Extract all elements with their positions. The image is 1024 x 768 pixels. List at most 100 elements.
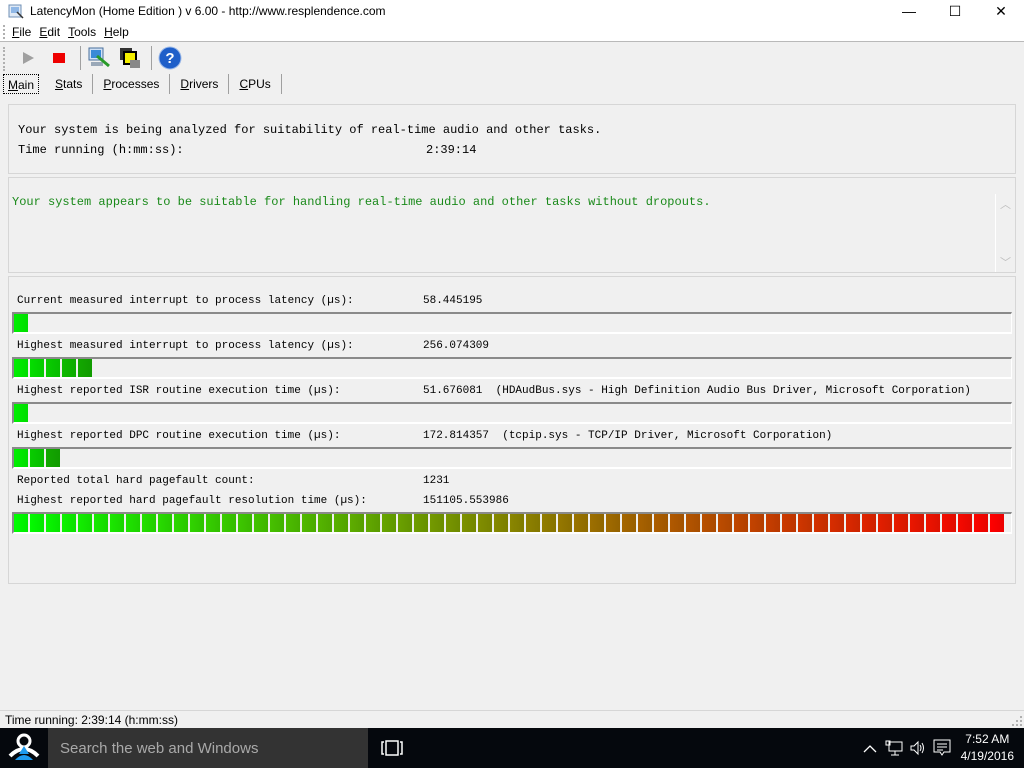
menu-edit[interactable]: Edit	[39, 25, 60, 39]
stats-panel: Current measured interrupt to process la…	[8, 276, 1016, 584]
bar-segment	[990, 514, 1004, 532]
bar-segment	[590, 514, 604, 532]
bar-segment	[78, 514, 92, 532]
bar-segment	[350, 514, 364, 532]
status-text: Time running: 2:39:14 (h:mm:ss)	[5, 712, 178, 727]
tab-drivers[interactable]: Drivers	[170, 74, 230, 94]
close-icon: ✕	[995, 2, 1007, 19]
bar-segment	[62, 359, 76, 377]
menu-file[interactable]: File	[12, 25, 31, 39]
stop-button[interactable]	[45, 45, 73, 71]
task-view-icon[interactable]	[380, 738, 404, 758]
taskbar-clock[interactable]: 7:52 AM 4/19/2016	[955, 731, 1024, 765]
maximize-button[interactable]: ☐	[932, 0, 978, 22]
menu-grip[interactable]	[3, 25, 5, 39]
isr-time-value: 51.676081 (HDAudBus.sys - High Definitio…	[423, 385, 971, 397]
bar-segment	[110, 514, 124, 532]
bar-segment	[142, 514, 156, 532]
bar-segment	[766, 514, 780, 532]
bar-segment	[14, 404, 28, 422]
start-button[interactable]	[0, 728, 48, 768]
verdict-panel: Your system appears to be suitable for h…	[8, 177, 1016, 273]
bar-segment	[302, 514, 316, 532]
show-hidden-icons-button[interactable]	[859, 737, 881, 759]
toolbar: ?	[0, 43, 1024, 73]
time-running-label: Time running (h:mm:ss):	[18, 143, 184, 157]
bar-segment	[702, 514, 716, 532]
bar-segment	[30, 359, 44, 377]
bar-segment	[30, 449, 44, 467]
close-button[interactable]: ✕	[978, 0, 1024, 22]
bar-segment	[446, 514, 460, 532]
help-button[interactable]: ?	[156, 45, 184, 71]
maximize-icon: ☐	[948, 2, 962, 19]
volume-button[interactable]	[907, 737, 929, 759]
current-latency-bar	[12, 312, 1012, 334]
bar-segment	[94, 514, 108, 532]
pagefault-time-bar	[12, 512, 1012, 534]
scroll-up-icon[interactable]: ︿	[1000, 196, 1011, 212]
app-icon	[8, 3, 24, 19]
bar-segment	[862, 514, 876, 532]
toolbar-grip[interactable]	[3, 47, 5, 71]
network-button[interactable]	[883, 737, 905, 759]
play-icon	[23, 52, 34, 64]
bar-segment	[14, 359, 28, 377]
title-bar: LatencyMon (Home Edition ) v 6.00 - http…	[0, 0, 1024, 22]
pagefault-count-value: 1231	[423, 475, 450, 487]
taskbar: Search the web and Windows 7:52 AM 4/19/…	[0, 728, 1024, 768]
analysis-info-panel: Your system is being analyzed for suitab…	[8, 104, 1016, 174]
bar-segment	[750, 514, 764, 532]
bar-segment	[190, 514, 204, 532]
pagefault-time-label: Highest reported hard pagefault resoluti…	[17, 495, 367, 507]
bar-segment	[46, 514, 60, 532]
toolbar-separator	[151, 46, 152, 70]
bar-segment	[366, 514, 380, 532]
bar-segment	[14, 314, 28, 332]
bar-segment	[382, 514, 396, 532]
dpc-time-value: 172.814357 (tcpip.sys - TCP/IP Driver, M…	[423, 430, 833, 442]
system-tray: 7:52 AM 4/19/2016	[859, 728, 1024, 768]
start-logo-icon	[8, 733, 40, 760]
chevron-up-icon	[863, 745, 877, 753]
bar-segment	[798, 514, 812, 532]
volume-icon	[910, 740, 924, 756]
bar-segment	[30, 514, 44, 532]
clock-time: 7:52 AM	[965, 732, 1010, 746]
current-latency-label: Current measured interrupt to process la…	[17, 295, 354, 307]
clock-date: 4/19/2016	[960, 749, 1014, 763]
windows-button[interactable]	[116, 45, 144, 71]
toolbar-separator	[80, 46, 81, 70]
scroll-down-icon[interactable]: ﹀	[1000, 254, 1011, 270]
tab-cpus[interactable]: CPUs	[229, 74, 282, 94]
start-button[interactable]	[14, 45, 42, 71]
bar-segment	[78, 359, 92, 377]
verdict-scrollbar[interactable]: ︿ ﹀	[995, 194, 1013, 272]
bar-segment	[670, 514, 684, 532]
bar-segment	[46, 359, 60, 377]
bar-segment	[974, 514, 988, 532]
dpc-time-bar	[12, 447, 1012, 469]
menu-tools[interactable]: Tools	[68, 25, 96, 39]
tab-main[interactable]: Main	[3, 74, 40, 94]
isr-driver-detail: (HDAudBus.sys - High Definition Audio Bu…	[495, 385, 971, 397]
computer-connect-icon	[88, 47, 110, 68]
tab-processes[interactable]: Processes	[93, 74, 171, 94]
bar-segment	[926, 514, 940, 532]
bar-segment	[894, 514, 908, 532]
connect-button[interactable]	[85, 45, 113, 71]
taskbar-search-input[interactable]: Search the web and Windows	[48, 728, 368, 768]
minimize-button[interactable]: —	[886, 0, 932, 22]
action-center-button[interactable]	[931, 737, 953, 759]
menu-help[interactable]: Help	[104, 25, 129, 39]
tab-stats[interactable]: Stats	[45, 74, 94, 94]
bar-segment	[126, 514, 140, 532]
bar-segment	[462, 514, 476, 532]
analysis-status-text: Your system is being analyzed for suitab…	[18, 123, 602, 137]
bar-segment	[510, 514, 524, 532]
menu-bar: File Edit Tools Help	[0, 22, 1024, 42]
resize-grip-icon[interactable]	[1012, 716, 1022, 726]
highest-latency-bar	[12, 357, 1012, 379]
isr-time-bar	[12, 402, 1012, 424]
verdict-text: Your system appears to be suitable for h…	[12, 195, 711, 209]
